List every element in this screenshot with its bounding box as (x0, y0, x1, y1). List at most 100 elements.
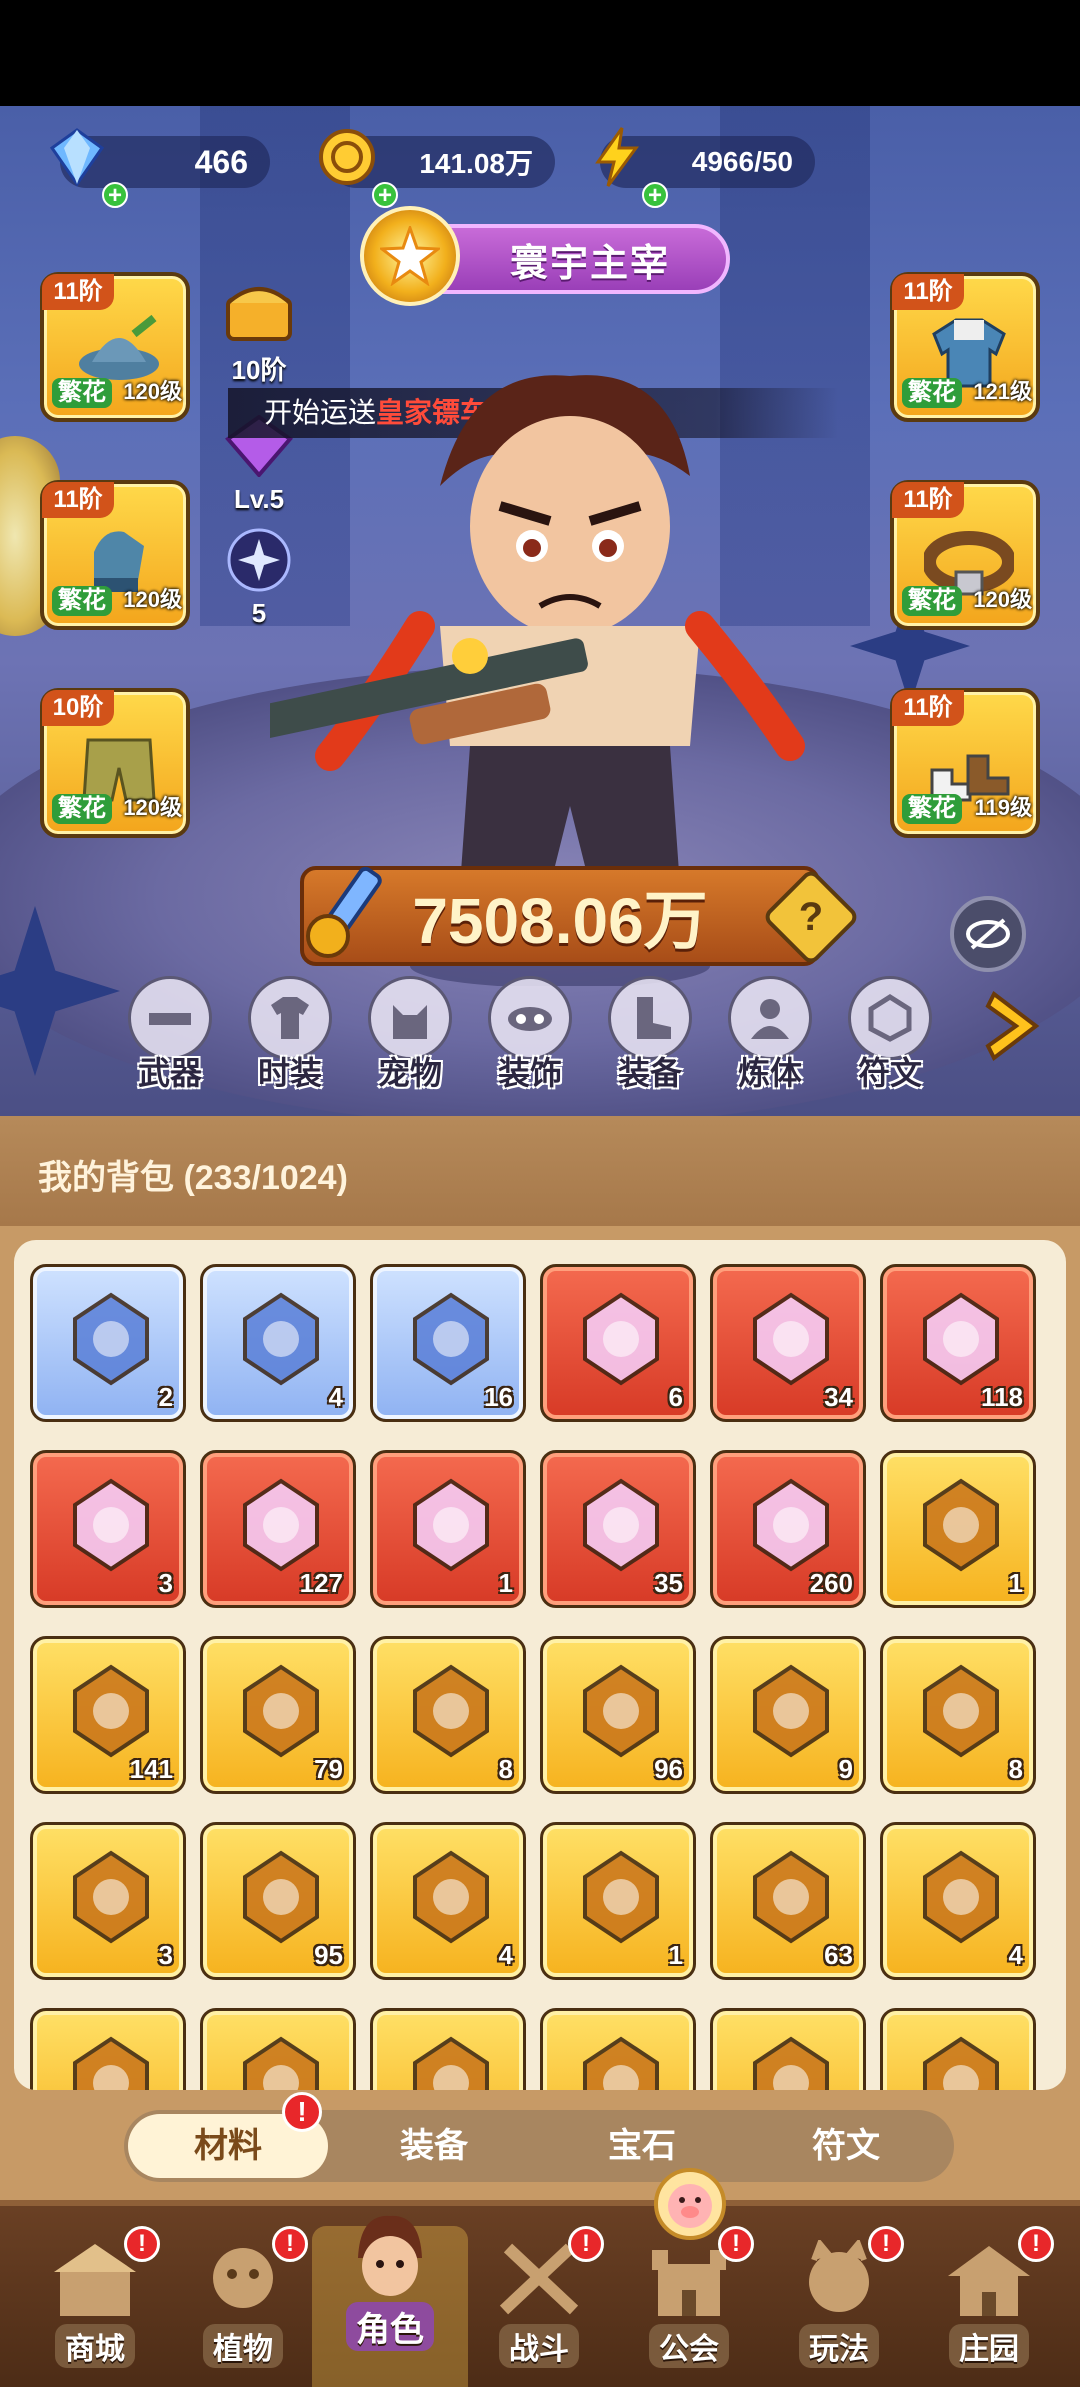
item-count: 95 (314, 1940, 343, 1970)
item-count: 8 (498, 1754, 513, 1784)
inventory-item[interactable]: 8 (880, 1636, 1036, 1794)
blue-star-crystal-icon (571, 1289, 671, 1389)
item-count: 1 (1008, 1568, 1023, 1598)
inventory-item[interactable]: 3 (30, 1822, 186, 1980)
equip-slot-coat[interactable]: 11阶 繁花 121级 (890, 272, 1040, 422)
inventory-item[interactable]: 6 (540, 1264, 696, 1422)
tier-badge: 11阶 (42, 482, 114, 518)
inventory-item[interactable]: 34 (710, 1264, 866, 1422)
inventory-item[interactable] (370, 2008, 526, 2090)
diamond-counter[interactable]: + 466 (49, 128, 270, 208)
equip-slot-hat[interactable]: 11阶 繁花 120级 (40, 272, 190, 422)
ankh-icon (401, 1661, 501, 1761)
grade-badge: 繁花 (52, 586, 112, 616)
item-count: 35 (654, 1568, 683, 1598)
chevron-right-icon[interactable] (980, 986, 1050, 1066)
inventory-item[interactable]: 16 (370, 1264, 526, 1422)
tab-label: 装备 (617, 1055, 682, 1091)
inventory-item[interactable]: 1 (370, 1450, 526, 1608)
bottom-navigation: 商城! 植物! 角色 战斗! 公会! 玩法! 庄园! (0, 2200, 1080, 2387)
nav-alert-badge: ! (718, 2226, 754, 2262)
inventory-item[interactable]: 2 (30, 1264, 186, 1422)
item-count: 34 (824, 1382, 853, 1412)
tab-label: 时装 (257, 1055, 322, 1091)
nav-guild[interactable]: 公会! (624, 2226, 754, 2380)
nav-shop[interactable]: 商城! (30, 2226, 160, 2380)
inventory-item[interactable]: 141 (30, 1636, 186, 1794)
inventory-item[interactable]: 1 (540, 1822, 696, 1980)
inventory-item[interactable]: 95 (200, 1822, 356, 1980)
nav-character[interactable]: 角色 (325, 2208, 455, 2358)
nav-label: 商城 (55, 2324, 135, 2368)
item-count: 4 (1008, 1940, 1023, 1970)
inventory-item[interactable]: 96 (540, 1636, 696, 1794)
inventory-item[interactable]: 1 (880, 1450, 1036, 1608)
inventory-item[interactable]: 79 (200, 1636, 356, 1794)
filter-alert-badge: ! (282, 2092, 322, 2132)
nav-alert-badge: ! (568, 2226, 604, 2262)
water-drop-icon (911, 1475, 1011, 1575)
equip-slot-gloves[interactable]: 11阶 繁花 120级 (40, 480, 190, 630)
item-count: 4 (328, 1382, 343, 1412)
tab-weapon[interactable]: 武器 (120, 976, 220, 1094)
inventory-item[interactable]: 63 (710, 1822, 866, 1980)
skull-banner-icon (61, 1661, 161, 1761)
lightning-icon (582, 122, 652, 192)
nav-plants[interactable]: 植物! (178, 2226, 308, 2380)
inventory-item[interactable]: 4 (880, 1822, 1036, 1980)
item-count: 4 (498, 1940, 513, 1970)
nav-manor[interactable]: 庄园! (924, 2226, 1054, 2380)
potion-syringe-icon (61, 1289, 161, 1389)
grade-badge: 繁花 (52, 794, 112, 824)
add-energy-button[interactable]: + (642, 182, 668, 208)
guild-pig-icon[interactable] (654, 2168, 726, 2240)
tab-body-refining[interactable]: 炼体 (720, 976, 820, 1094)
tier-badge: 11阶 (892, 274, 964, 310)
inventory-item[interactable] (200, 2008, 356, 2090)
tier-badge: 10阶 (42, 690, 114, 726)
tab-decoration[interactable]: 装饰 (480, 976, 580, 1094)
potion-syringe-cloud-icon (231, 1289, 331, 1389)
inventory-item[interactable]: 3 (30, 1450, 186, 1608)
inventory-item[interactable]: 35 (540, 1450, 696, 1608)
equip-slot-belt[interactable]: 11阶 繁花 120级 (890, 480, 1040, 630)
purple-flower-icon (571, 2033, 671, 2090)
add-gold-button[interactable]: + (372, 182, 398, 208)
pear-icon (231, 2033, 331, 2090)
filter-tab-runes[interactable]: 符文 (746, 2110, 946, 2182)
level-label: 119级 (974, 795, 1033, 820)
inventory-item[interactable] (540, 2008, 696, 2090)
inventory-item[interactable]: 9 (710, 1636, 866, 1794)
inventory-item[interactable]: 127 (200, 1450, 356, 1608)
equip-slot-boots[interactable]: 11阶 繁花 119级 (890, 688, 1040, 838)
inventory-item[interactable] (710, 2008, 866, 2090)
inventory-item[interactable] (880, 2008, 1036, 2090)
item-count: 8 (1008, 1754, 1023, 1784)
hide-ui-button[interactable] (950, 896, 1026, 972)
tab-equipment[interactable]: 装备 (600, 976, 700, 1094)
inventory-item[interactable]: 4 (200, 1264, 356, 1422)
teal-key-icon (61, 1847, 161, 1947)
tab-pet[interactable]: 宠物 (360, 976, 460, 1094)
tab-fashion[interactable]: 时装 (240, 976, 340, 1094)
inventory-item[interactable]: 4 (370, 1822, 526, 1980)
gold-counter[interactable]: + 141.08万 (319, 129, 555, 208)
inventory-item[interactable] (30, 2008, 186, 2090)
knot-rune-icon (571, 1475, 671, 1575)
nav-battle[interactable]: 战斗! (474, 2226, 604, 2380)
filter-tab-equipment[interactable]: 装备 (334, 2110, 534, 2182)
scissors-icon (401, 1475, 501, 1575)
equip-slot-pants[interactable]: 10阶 繁花 120级 (40, 688, 190, 838)
nav-gameplay[interactable]: 玩法! (774, 2226, 904, 2380)
tier-badge: 11阶 (892, 482, 964, 518)
backpack-grid-area[interactable]: 2 4 16 6 34 118 3 127 1 35 260 1 141 79 8 96 9 8 3 95 4 1 63 4 (14, 1240, 1066, 2090)
inventory-item[interactable]: 8 (370, 1636, 526, 1794)
energy-counter[interactable]: + 4966/50 (595, 127, 815, 208)
inventory-item[interactable]: 118 (880, 1264, 1036, 1422)
inventory-item[interactable]: 260 (710, 1450, 866, 1608)
item-count: 3 (158, 1568, 173, 1598)
nav-alert-badge: ! (124, 2226, 160, 2262)
tab-rune[interactable]: 符文 (840, 976, 940, 1094)
item-count: 141 (129, 1754, 173, 1784)
add-diamond-button[interactable]: + (102, 182, 128, 208)
